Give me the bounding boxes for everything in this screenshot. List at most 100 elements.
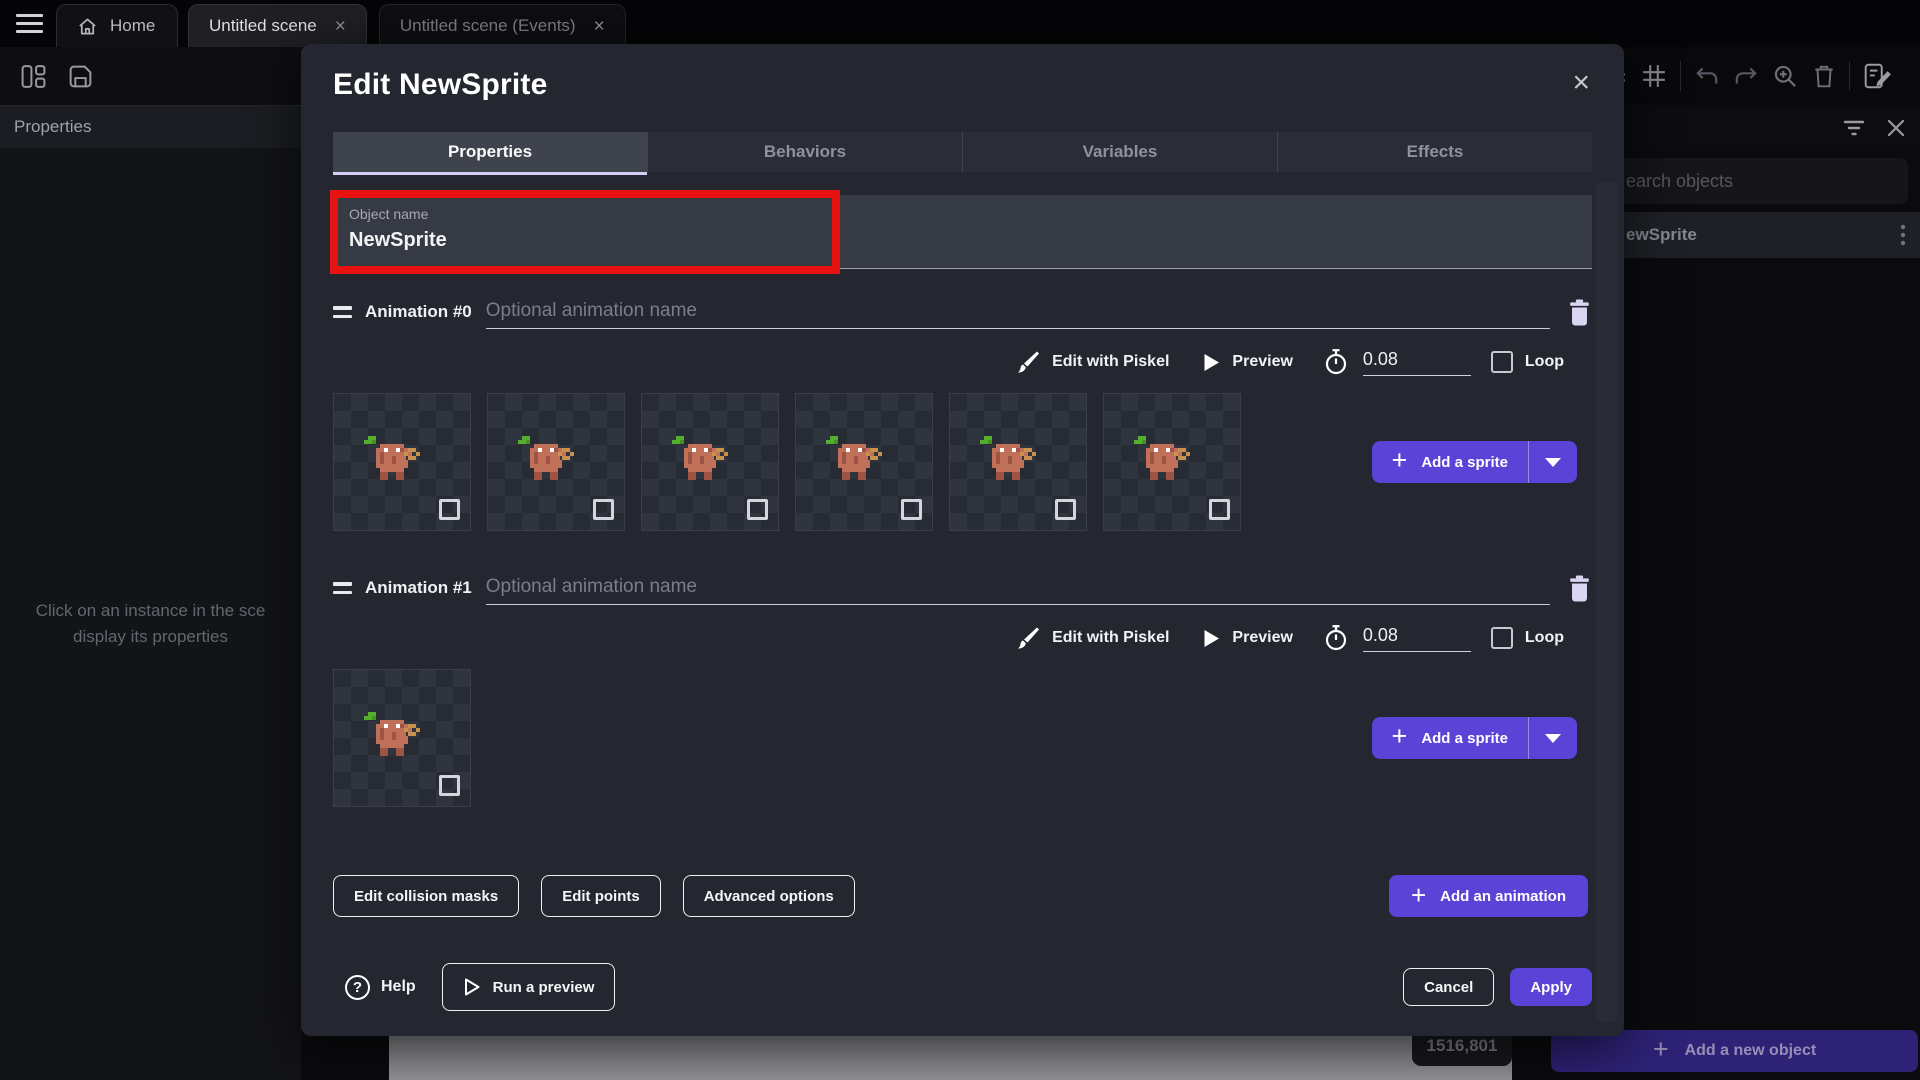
dialog-title: Edit NewSprite	[333, 68, 548, 102]
delete-animation-button[interactable]	[1566, 299, 1592, 326]
tab-scene-label: Untitled scene	[209, 16, 317, 36]
loop-checkbox[interactable]	[1491, 351, 1513, 373]
run-preview-button[interactable]: Run a preview	[442, 963, 616, 1011]
drag-handle-icon[interactable]	[333, 306, 353, 318]
pig-sprite-image	[1130, 436, 1194, 488]
cancel-button[interactable]: Cancel	[1403, 968, 1494, 1006]
panel-layout-icon[interactable]	[20, 63, 47, 90]
home-icon	[77, 16, 98, 37]
plus-icon: +	[1653, 1036, 1669, 1063]
frame-select-checkbox[interactable]	[1055, 499, 1076, 520]
object-name-field[interactable]: Object name NewSprite	[333, 195, 1592, 269]
animation-name-input[interactable]	[486, 295, 1550, 329]
caret-down-icon	[1545, 734, 1561, 743]
add-animation-button[interactable]: + Add an animation	[1389, 875, 1588, 917]
sprite-frame-thumbnail[interactable]	[487, 393, 625, 531]
plus-icon: +	[1392, 447, 1408, 474]
loop-checkbox[interactable]	[1491, 627, 1513, 649]
search-objects-box	[1608, 158, 1908, 204]
objects-panel-header	[1624, 105, 1920, 150]
edit-with-piskel-button[interactable]: Edit with Piskel	[1016, 350, 1169, 374]
frame-select-checkbox[interactable]	[439, 775, 460, 796]
drag-handle-icon[interactable]	[333, 582, 353, 594]
undo-icon[interactable]	[1694, 64, 1720, 88]
delete-animation-button[interactable]	[1566, 575, 1592, 602]
frame-select-checkbox[interactable]	[747, 499, 768, 520]
pig-sprite-image	[976, 436, 1040, 488]
time-between-frames-input[interactable]	[1363, 349, 1471, 376]
sprite-frame-thumbnail[interactable]	[641, 393, 779, 531]
filter-icon[interactable]	[1842, 118, 1866, 138]
trash-icon[interactable]	[1812, 63, 1836, 89]
plus-icon: +	[1392, 723, 1408, 750]
add-sprite-button[interactable]: + Add a sprite	[1372, 717, 1577, 759]
sprite-frame-thumbnail[interactable]	[1103, 393, 1241, 531]
frame-select-checkbox[interactable]	[439, 499, 460, 520]
stopwatch-icon	[1323, 348, 1349, 376]
loop-label: Loop	[1525, 629, 1564, 647]
time-between-frames-input[interactable]	[1363, 625, 1471, 652]
dialog-tab-behaviors[interactable]: Behaviors	[648, 132, 963, 172]
frame-select-checkbox[interactable]	[1209, 499, 1230, 520]
hamburger-menu-icon[interactable]	[0, 0, 54, 47]
time-between-frames-field	[1363, 625, 1471, 652]
tab-close-icon[interactable]: ×	[594, 17, 605, 36]
animation-name-input[interactable]	[486, 571, 1550, 605]
edit-scene-icon[interactable]	[1863, 62, 1893, 90]
object-name-value: NewSprite	[349, 229, 1576, 252]
add-new-object-button[interactable]: + Add a new object	[1551, 1030, 1918, 1072]
tab-untitled-scene[interactable]: Untitled scene ×	[188, 4, 367, 47]
sprite-frame-thumbnail[interactable]	[795, 393, 933, 531]
trash-icon	[1568, 575, 1591, 602]
edit-with-piskel-button[interactable]: Edit with Piskel	[1016, 626, 1169, 650]
add-sprite-dropdown[interactable]	[1529, 717, 1577, 759]
animation-name-field	[486, 571, 1550, 605]
tab-untitled-scene-events[interactable]: Untitled scene (Events) ×	[379, 4, 626, 47]
dialog-scrollbar[interactable]	[1596, 182, 1617, 1022]
object-list-item[interactable]: ewSprite	[1608, 212, 1920, 258]
play-icon	[1203, 353, 1220, 372]
dialog-close-icon[interactable]: ×	[1572, 68, 1590, 98]
sprite-frames	[333, 393, 1241, 531]
top-tab-bar: Home Untitled scene × Untitled scene (Ev…	[0, 0, 1920, 47]
frame-select-checkbox[interactable]	[901, 499, 922, 520]
preview-button[interactable]: Preview	[1203, 353, 1292, 372]
apply-button[interactable]: Apply	[1510, 968, 1592, 1006]
loop-label: Loop	[1525, 353, 1564, 371]
sprite-frames	[333, 669, 471, 807]
zoom-in-icon[interactable]	[1772, 63, 1799, 90]
play-outline-icon	[463, 977, 481, 997]
dialog-tab-properties[interactable]: Properties	[333, 132, 648, 172]
save-icon[interactable]	[67, 63, 94, 90]
properties-empty-message: Click on an instance in the sce display …	[0, 598, 301, 650]
redo-icon[interactable]	[1733, 64, 1759, 88]
edit-sprite-dialog: Edit NewSprite × PropertiesBehaviorsVari…	[301, 44, 1624, 1036]
sprite-frame-thumbnail[interactable]	[333, 669, 471, 807]
sprite-frame-thumbnail[interactable]	[333, 393, 471, 531]
close-panel-icon[interactable]	[1886, 118, 1906, 138]
grid-icon[interactable]	[1641, 63, 1667, 89]
dialog-tabs: PropertiesBehaviorsVariablesEffects	[333, 132, 1592, 172]
dialog-tab-variables[interactable]: Variables	[963, 132, 1278, 172]
pig-sprite-image	[360, 712, 424, 764]
tab-close-icon[interactable]: ×	[335, 17, 346, 36]
properties-panel: Click on an instance in the sce display …	[0, 148, 301, 1080]
animation-name-field	[486, 295, 1550, 329]
help-button[interactable]: ? Help	[345, 975, 416, 1000]
dialog-tab-effects[interactable]: Effects	[1278, 132, 1592, 172]
pig-sprite-image	[822, 436, 886, 488]
edit-collision-masks-button[interactable]: Edit collision masks	[333, 875, 519, 917]
search-objects-input[interactable]	[1608, 158, 1908, 204]
advanced-options-button[interactable]: Advanced options	[683, 875, 855, 917]
preview-button[interactable]: Preview	[1203, 629, 1292, 648]
animation-section: Animation #1 Edit with Piskel Preview	[333, 571, 1592, 807]
add-sprite-dropdown[interactable]	[1529, 441, 1577, 483]
left-toolbar	[0, 47, 301, 105]
edit-points-button[interactable]: Edit points	[541, 875, 661, 917]
sprite-frame-thumbnail[interactable]	[949, 393, 1087, 531]
caret-down-icon	[1545, 458, 1561, 467]
tab-home[interactable]: Home	[56, 4, 178, 47]
add-sprite-button[interactable]: + Add a sprite	[1372, 441, 1577, 483]
frame-select-checkbox[interactable]	[593, 499, 614, 520]
kebab-menu-icon[interactable]	[1900, 223, 1906, 247]
